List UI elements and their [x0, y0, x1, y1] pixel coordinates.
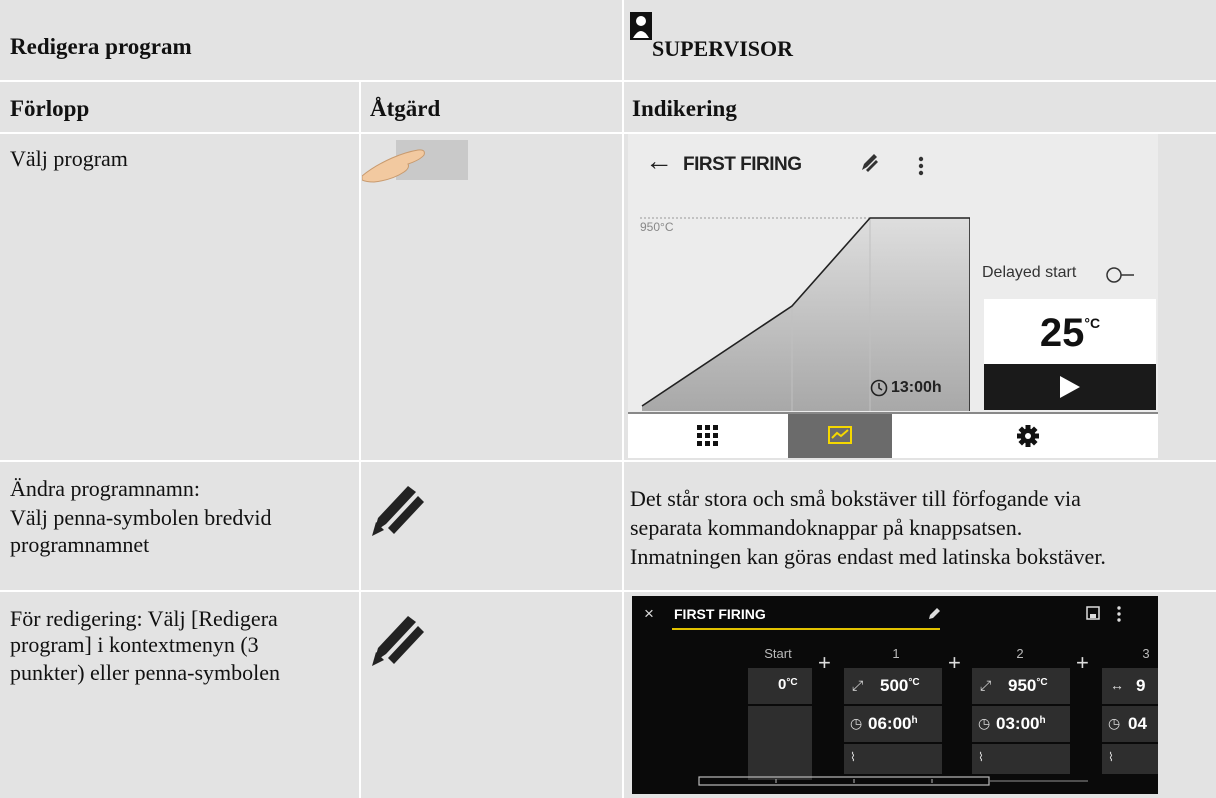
step-text: Välj program — [10, 146, 128, 171]
segment-label-3: 3 — [1142, 646, 1150, 661]
ramp-up-icon: ⤢ — [980, 677, 992, 693]
event-icon: ⌇ — [1108, 750, 1114, 764]
add-segment-button[interactable]: + — [818, 650, 831, 676]
nav-settings[interactable] — [892, 414, 1158, 458]
step-text: program] i kontextmenyn (3 — [10, 632, 259, 657]
finger-tap-icon — [362, 140, 468, 183]
name-underline — [672, 628, 940, 630]
user-icon — [630, 12, 652, 40]
segment-1-time-value: 06:00 — [868, 714, 912, 733]
chart-icon — [828, 426, 852, 444]
event-icon: ⌇ — [978, 750, 984, 764]
current-temp-value: 25 — [1039, 311, 1085, 355]
page-title: Redigera program — [10, 34, 192, 59]
step-text: Ändra programnamn: — [10, 476, 200, 501]
start-empty-box — [748, 706, 812, 780]
step-text: Välj penna-symbolen bredvid — [10, 505, 272, 530]
ramp-up-icon: ⤢ — [852, 677, 864, 693]
column-header-indication: Indikering — [632, 96, 737, 121]
segment-label-1: 1 — [892, 646, 900, 661]
close-button[interactable]: × — [644, 604, 654, 624]
grid-icon — [697, 425, 718, 446]
clock-icon: ◷ — [1108, 715, 1121, 731]
column-header-step: Förlopp — [10, 96, 90, 121]
segment-2-events[interactable]: ⌇ — [972, 744, 1070, 774]
temp-unit: °C — [1084, 315, 1101, 331]
add-segment-button[interactable]: + — [948, 650, 961, 676]
event-icon: ⌇ — [850, 750, 856, 764]
indication-text: Inmatningen kan göras endast med latinsk… — [630, 544, 1106, 569]
segment-1-events[interactable]: ⌇ — [844, 744, 942, 774]
divider — [0, 590, 1216, 592]
back-button[interactable]: ← — [645, 145, 673, 177]
segment-3-temp-value: 9 — [1136, 676, 1146, 695]
column-header-row — [0, 82, 1216, 132]
bottom-nav — [628, 412, 1158, 458]
divider — [622, 0, 624, 798]
start-button[interactable] — [984, 364, 1156, 410]
program-screen: ← FIRST FIRING 950°C 13:00h Delayed star… — [628, 134, 1158, 458]
segment-2-time[interactable]: ◷ 03:00h — [972, 706, 1070, 742]
segment-2-temp-value: 950 — [1008, 676, 1037, 695]
start-temp-box[interactable]: 0°C — [748, 668, 812, 704]
hour-unit: h — [911, 715, 918, 726]
divider — [359, 82, 361, 798]
program-title: FIRST FIRING — [683, 154, 802, 175]
gear-icon — [1017, 425, 1039, 447]
edit-pencil-icon[interactable] — [928, 606, 942, 620]
indication-text: separata kommandoknappar på knappsatsen. — [630, 515, 1023, 540]
segment-3-time[interactable]: ◷ 04 — [1102, 706, 1158, 742]
more-options-icon[interactable] — [918, 156, 924, 176]
nav-programs[interactable] — [628, 414, 788, 458]
divider — [0, 460, 1216, 462]
manual-page: Redigera program SUPERVISOR Förlopp Åtgä… — [0, 0, 1216, 798]
indication-text: Det står stora och små bokstäver till fö… — [630, 486, 1081, 511]
segment-label-start: Start — [764, 646, 792, 661]
segment-3-time-value: 04 — [1128, 714, 1147, 733]
divider — [0, 80, 1216, 82]
edit-program-screen: × FIRST FIRING Start 1 2 3 + + + 0°C ⤢ 5… — [632, 596, 1158, 794]
temp-unit: °C — [786, 677, 798, 688]
delayed-start-toggle[interactable] — [1106, 266, 1142, 284]
delayed-start-label: Delayed start — [982, 264, 1077, 281]
clock-icon: ◷ — [978, 715, 991, 731]
segment-1-time[interactable]: ◷ 06:00h — [844, 706, 942, 742]
role-label: SUPERVISOR — [652, 36, 794, 61]
edit-pencil-icon[interactable] — [860, 152, 878, 172]
hour-unit: h — [1039, 715, 1046, 726]
segment-2-temp[interactable]: ⤢ 950°C — [972, 668, 1070, 704]
segment-2-time-value: 03:00 — [996, 714, 1040, 733]
segment-1-temp-value: 500 — [880, 676, 909, 695]
clock-icon — [870, 379, 888, 397]
segment-3-events[interactable]: ⌇ — [1102, 744, 1158, 774]
nav-curve[interactable] — [788, 414, 892, 458]
save-icon[interactable] — [1086, 606, 1100, 620]
step-text: punkter) eller penna-symbolen — [10, 660, 281, 685]
program-name-field[interactable]: FIRST FIRING — [674, 606, 766, 622]
segment-label-2: 2 — [1016, 646, 1024, 661]
pencil-icon — [372, 616, 424, 666]
play-icon — [1060, 376, 1080, 398]
column-header-action: Åtgärd — [370, 96, 441, 121]
temp-unit: °C — [1036, 677, 1048, 688]
max-temp-label: 950°C — [640, 220, 674, 234]
row-1-bg — [0, 134, 622, 460]
current-temp-box: 25°C — [984, 299, 1156, 364]
hold-icon: ↔ — [1110, 677, 1124, 693]
pencil-icon — [372, 486, 424, 536]
duration-label: 13:00h — [891, 379, 942, 396]
more-options-icon[interactable] — [1116, 606, 1122, 622]
segment-3-temp[interactable]: ↔ 9 — [1102, 668, 1158, 704]
temp-unit: °C — [908, 677, 920, 688]
segment-1-temp[interactable]: ⤢ 500°C — [844, 668, 942, 704]
add-segment-button[interactable]: + — [1076, 650, 1089, 676]
step-text: programnamnet — [10, 532, 150, 557]
clock-icon: ◷ — [850, 715, 863, 731]
segment-scrollbar[interactable] — [698, 774, 1094, 788]
